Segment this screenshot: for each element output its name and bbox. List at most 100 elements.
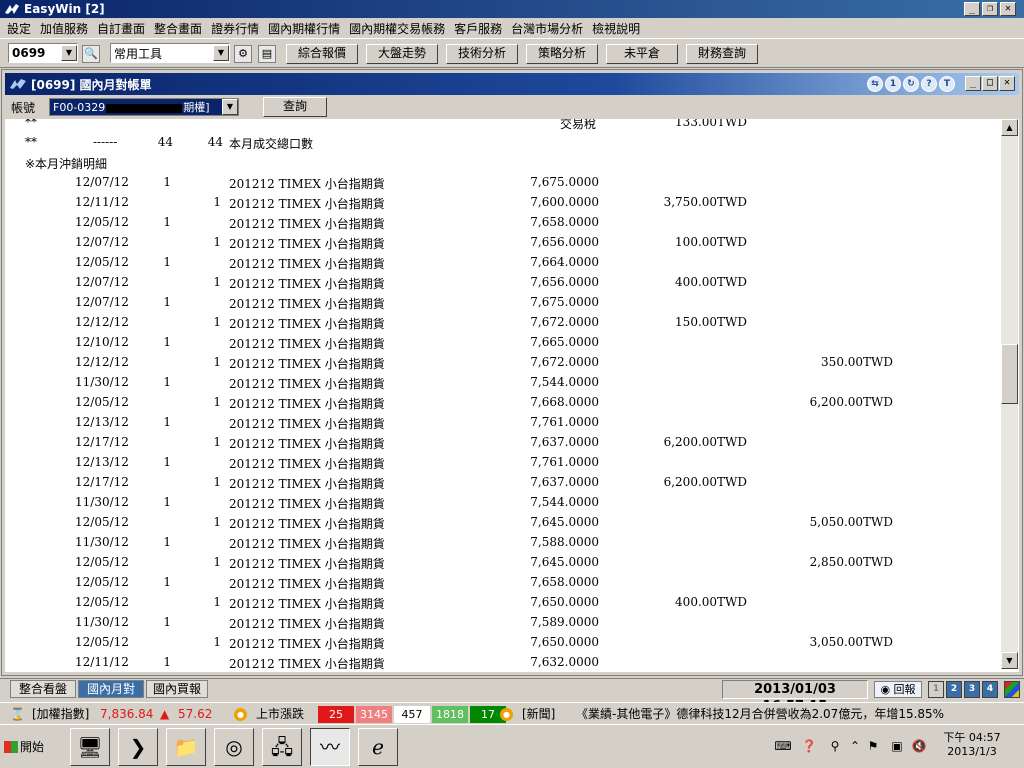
- fee-amount: 6,200.00TWD: [663, 475, 747, 489]
- scroll-down-icon[interactable]: ▼: [1001, 652, 1018, 669]
- scroll-up-icon[interactable]: ▲: [1001, 119, 1018, 136]
- network-icon[interactable]: ▣: [888, 737, 906, 755]
- trade-price: 7,672.0000: [530, 315, 599, 329]
- network-icon[interactable]: 🖧: [262, 728, 302, 766]
- statement-row: 12/05/12 1 201212 TIMEX 小台指期貨 7,658.0000: [5, 215, 1001, 235]
- new-window-icon[interactable]: ▤: [258, 45, 276, 63]
- menu-item[interactable]: 檢視說明: [589, 20, 646, 37]
- chevron-down-icon[interactable]: ▼: [213, 45, 229, 61]
- vertical-scrollbar[interactable]: ▲ ▼: [1001, 119, 1018, 669]
- gear-icon[interactable]: ⚙: [234, 45, 252, 63]
- maximize-icon[interactable]: □: [982, 76, 998, 91]
- menu-item[interactable]: 客戶服務: [451, 20, 508, 37]
- statement-row: 11/30/12 1 201212 TIMEX 小台指期貨 7,544.0000: [5, 495, 1001, 515]
- toolbar-button[interactable]: 未平倉: [606, 44, 678, 64]
- menu-item[interactable]: 整合畫面: [151, 20, 208, 37]
- trade-date: 12/07/12: [75, 235, 129, 249]
- menu-item[interactable]: 加值服務: [37, 20, 94, 37]
- tab-bar: 整合看盤國內月對國內買報 2013/01/03 16:57:15 ◉ 回報 12…: [0, 678, 1024, 714]
- breadth-label: 上市漲跌: [256, 707, 305, 721]
- easywin-icon[interactable]: 〰: [310, 728, 350, 766]
- monthly-statement-window: [0699] 國內月對帳單 ⇆ 1 ↻ ? T _ □ ✕ 帳號 F00-032…: [1, 69, 1023, 676]
- start-button[interactable]: 開始: [2, 729, 54, 765]
- language-icon[interactable]: ⚲: [826, 737, 844, 755]
- report-button[interactable]: ◉ 回報: [874, 681, 922, 698]
- ie-icon[interactable]: ℯ: [358, 728, 398, 766]
- fee-amount: 150.00TWD: [675, 315, 747, 329]
- search-icon[interactable]: 🔍: [82, 45, 100, 63]
- toolbar: 0699 ▼ 🔍 常用工具 ▼ ⚙ ▤ 綜合報價 大盤走勢 技術分析 策略分析 未平倉財…: [0, 38, 1024, 68]
- powershell-icon[interactable]: ❯: [118, 728, 158, 766]
- menu-item[interactable]: 國內期權交易帳務: [346, 20, 451, 37]
- help-icon[interactable]: ?: [921, 76, 937, 92]
- chrome-icon[interactable]: ◎: [214, 728, 254, 766]
- taskbar: 開始 🖥 ❯ 📁 ◎ 🖧 〰 ℯ ⌨ ❓ ⚲ ⌃ ⚑ ▣ 🔇 下午 04:57 2013/1…: [0, 724, 1024, 768]
- trade-date: 12/05/12: [75, 255, 129, 269]
- close-icon[interactable]: ✕: [1000, 2, 1016, 16]
- close-icon[interactable]: ✕: [999, 76, 1015, 91]
- chevron-down-icon[interactable]: ▼: [222, 99, 238, 115]
- help-icon[interactable]: ❓: [800, 737, 818, 755]
- window-slot-4[interactable]: 4: [982, 681, 998, 698]
- buy-qty: 1: [163, 495, 171, 509]
- toolbar-button[interactable]: 財務查詢: [686, 44, 758, 64]
- toolbar-button[interactable]: 綜合報價: [286, 44, 358, 64]
- alert-dot-icon[interactable]: ●: [234, 708, 247, 721]
- window-controls: _ ❐ ✕: [964, 2, 1016, 16]
- alert-dot-icon[interactable]: ●: [500, 708, 513, 721]
- window-slot-3[interactable]: 3: [964, 681, 980, 698]
- monitor-icon[interactable]: 🖥: [70, 728, 110, 766]
- tab-2[interactable]: 國內買報: [146, 680, 208, 698]
- menu-item[interactable]: 自訂畫面: [94, 20, 151, 37]
- tab-1[interactable]: 國內月對: [78, 680, 144, 698]
- folder-icon[interactable]: 📁: [166, 728, 206, 766]
- buy-qty: 1: [163, 255, 171, 269]
- toolbar-button[interactable]: 技術分析: [446, 44, 518, 64]
- account-select[interactable]: F00-0329 期權] ▼: [49, 98, 239, 116]
- statement-row: 11/30/12 1 201212 TIMEX 小台指期貨 7,589.0000: [5, 615, 1001, 635]
- trade-date: 12/11/12: [75, 195, 129, 209]
- trade-price: 7,761.0000: [530, 415, 599, 429]
- text-icon[interactable]: T: [939, 76, 955, 92]
- chevron-down-icon[interactable]: ▼: [61, 45, 77, 61]
- sell-qty: 1: [213, 515, 221, 529]
- scroll-thumb[interactable]: [1001, 344, 1018, 404]
- grid-icon[interactable]: [1004, 681, 1020, 698]
- tax-row: ** 交易稅 133.00TWD: [25, 119, 747, 131]
- tab-0[interactable]: 整合看盤: [10, 680, 76, 698]
- product-name: 201212 TIMEX 小台指期貨: [229, 597, 385, 611]
- number-one-icon[interactable]: 1: [885, 76, 901, 92]
- toolbar-button[interactable]: 大盤走勢: [366, 44, 438, 64]
- product-name: 201212 TIMEX 小台指期貨: [229, 277, 385, 291]
- trade-date: 12/07/12: [75, 295, 129, 309]
- query-button[interactable]: 查詢: [263, 97, 327, 117]
- trade-price: 7,664.0000: [530, 255, 599, 269]
- restore-icon[interactable]: ❐: [982, 2, 998, 16]
- menu-item[interactable]: 台灣市場分析: [508, 20, 589, 37]
- profit-loss: 350.00TWD: [821, 355, 893, 369]
- trade-price: 7,675.0000: [530, 175, 599, 189]
- profit-loss: 2,850.00TWD: [809, 555, 893, 569]
- menu-item[interactable]: 國內期權行情: [265, 20, 346, 37]
- link-icon[interactable]: ⇆: [867, 76, 883, 92]
- toolbar-button[interactable]: 策略分析: [526, 44, 598, 64]
- news-headline[interactable]: 《業績-其他電子》德律科技12月合併營收為2.07億元，年增15.85%: [576, 706, 944, 723]
- menu-item[interactable]: 設定: [4, 20, 37, 37]
- minimize-icon[interactable]: _: [965, 76, 981, 91]
- trade-date: 12/12/12: [75, 355, 129, 369]
- show-hidden-icon[interactable]: ⌃: [846, 737, 864, 755]
- window-slot-2[interactable]: 2: [946, 681, 962, 698]
- keyboard-icon[interactable]: ⌨: [774, 737, 792, 755]
- minimize-icon[interactable]: _: [964, 2, 980, 16]
- refresh-icon[interactable]: ↻: [903, 76, 919, 92]
- statement-row: 12/05/12 1 201212 TIMEX 小台指期貨 7,645.0000 5,0…: [5, 515, 1001, 535]
- statement-row: 11/30/12 1 201212 TIMEX 小台指期貨 7,544.0000: [5, 375, 1001, 395]
- tools-combo[interactable]: 常用工具 ▼: [110, 43, 230, 63]
- volume-muted-icon[interactable]: 🔇: [910, 737, 928, 755]
- statement-row: 12/05/12 1 201212 TIMEX 小台指期貨 7,664.0000: [5, 255, 1001, 275]
- window-slot-1[interactable]: 1: [928, 681, 944, 698]
- flag-icon[interactable]: ⚑: [864, 737, 882, 755]
- tray-clock[interactable]: 下午 04:57 2013/1/3: [936, 731, 1008, 765]
- code-combo[interactable]: 0699 ▼: [8, 43, 78, 63]
- menu-item[interactable]: 證券行情: [208, 20, 265, 37]
